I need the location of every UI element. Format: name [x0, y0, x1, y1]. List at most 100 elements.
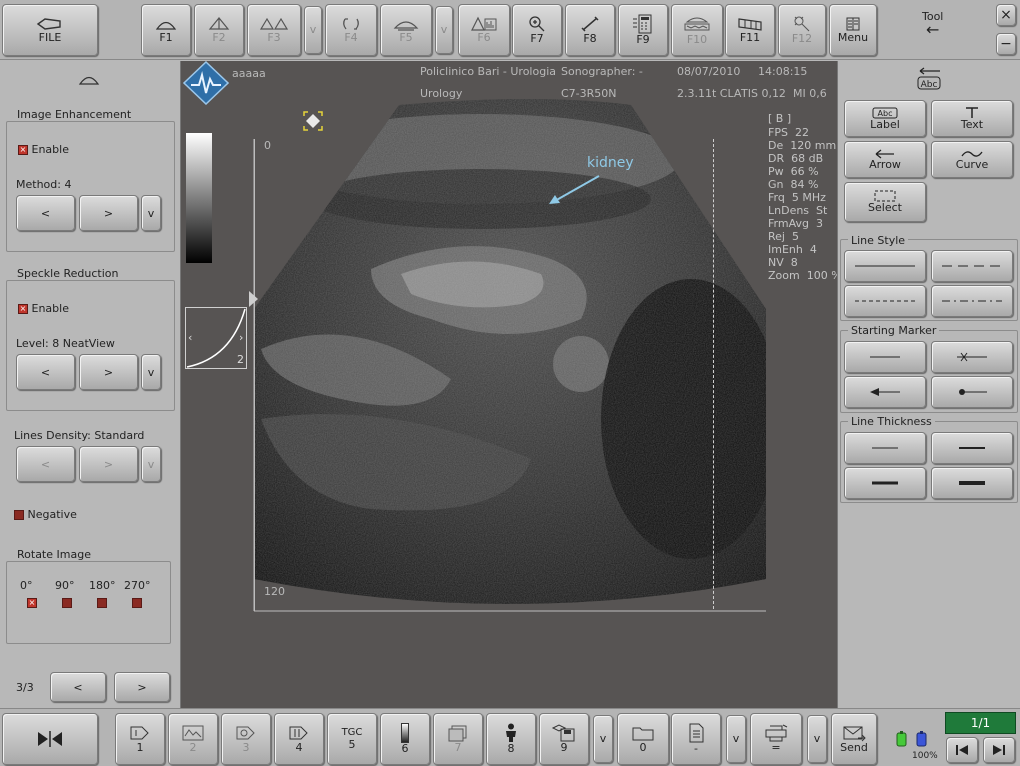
f6-button[interactable]: F6 [458, 4, 510, 56]
key-7-button[interactable]: 7 [433, 713, 483, 765]
curve-label: 2 [237, 353, 244, 366]
rotate-180-radio[interactable] [97, 598, 107, 608]
select-button[interactable]: Select [844, 182, 926, 222]
key-3-button[interactable]: 3 [221, 713, 271, 765]
lines-density-dropdown-button[interactable]: v [141, 446, 161, 482]
next-image-button[interactable] [983, 737, 1015, 763]
rotate-0-radio[interactable]: × [27, 598, 37, 608]
thickness-4-button[interactable] [931, 467, 1013, 499]
panel-prev-page-button[interactable]: < [50, 672, 106, 702]
enable-checkbox[interactable]: × [18, 145, 28, 155]
f7-button[interactable]: F7 [512, 4, 562, 56]
key-9-button[interactable]: 9 [539, 713, 589, 765]
key-1-button[interactable]: 1 [115, 713, 165, 765]
f1-button[interactable]: F1 [141, 4, 191, 56]
key-equals-button[interactable]: = [750, 713, 802, 765]
print-icon [765, 724, 788, 742]
text-button[interactable]: Text [931, 100, 1013, 137]
method-next-button[interactable]: > [79, 195, 138, 231]
lines-density-prev-button[interactable]: < [16, 446, 75, 482]
marker-none-button[interactable] [844, 341, 926, 373]
key-6-button[interactable]: 6 [380, 713, 430, 765]
level-prev-button[interactable]: < [16, 354, 75, 390]
line-style-dotted-button[interactable] [844, 285, 926, 317]
lines-density-next-button[interactable]: > [79, 446, 138, 482]
negative-toggle[interactable]: Negative [14, 508, 77, 521]
rotate-0-label: 0° [20, 579, 33, 592]
f9-button[interactable]: F9 [618, 4, 668, 56]
key-7-label: 7 [454, 741, 462, 754]
arrow-button[interactable]: Arrow [844, 141, 926, 178]
line-style-solid-button[interactable] [844, 250, 926, 282]
level-dropdown-button[interactable]: v [141, 354, 161, 390]
line-style-dashed-button[interactable] [931, 250, 1013, 282]
marker-dot-button[interactable] [931, 376, 1013, 408]
label-button[interactable]: Abc Label [844, 100, 926, 137]
param-name: Pw [768, 165, 784, 178]
key-0-button[interactable]: 0 [617, 713, 669, 765]
probe-1-icon [130, 726, 149, 740]
grayscale-bar [186, 133, 212, 263]
line-style-title: Line Style [848, 234, 909, 247]
arrow-icon [875, 148, 894, 159]
line-style-dashdot-button[interactable] [931, 285, 1013, 317]
thickness-3-button[interactable] [844, 467, 926, 499]
f4-button[interactable]: F4 [325, 4, 377, 56]
curve-button[interactable]: Curve [931, 141, 1013, 178]
key-5-button[interactable]: TGC 5 [327, 713, 377, 765]
send-button[interactable]: Send [831, 713, 877, 765]
panel-next-page-button[interactable]: > [114, 672, 170, 702]
thickness-1-button[interactable] [844, 432, 926, 464]
f11-button[interactable]: F11 [725, 4, 775, 56]
param-name: Gn [768, 178, 784, 191]
file-button[interactable]: FILE [2, 4, 98, 56]
save-dropdown-button[interactable]: v [593, 715, 613, 763]
next-label: > [103, 206, 114, 220]
thick-line-icon [872, 481, 898, 485]
f6-label: F6 [477, 31, 491, 44]
level-next-button[interactable]: > [79, 354, 138, 390]
f5-button[interactable]: F5 [380, 4, 432, 56]
rotate-270-radio[interactable] [132, 598, 142, 608]
kidney-annotation[interactable]: kidney [587, 155, 634, 171]
param-name: FrmAvg [768, 217, 809, 230]
minimize-button[interactable]: − [996, 33, 1016, 55]
marker-cross-button[interactable] [931, 341, 1013, 373]
f5-dropdown[interactable]: v [435, 6, 453, 54]
close-button[interactable]: × [996, 4, 1016, 26]
f2-button[interactable]: F2 [194, 4, 244, 56]
f10-button[interactable]: F10 [671, 4, 723, 56]
negative-checkbox[interactable] [14, 510, 24, 520]
param-name: De [768, 139, 784, 152]
freeze-button[interactable] [2, 713, 98, 765]
menu-label: Menu [837, 31, 869, 44]
skip-forward-icon [993, 745, 1005, 755]
method-label: Method: 4 [16, 178, 72, 191]
param-value: 120 mm [790, 139, 837, 152]
marker-arrow-button[interactable] [844, 376, 926, 408]
thickness-2-button[interactable] [931, 432, 1013, 464]
rotate-90-radio[interactable] [62, 598, 72, 608]
annotation-arrow-icon[interactable] [547, 173, 603, 207]
menu-button[interactable]: Menu [829, 4, 877, 56]
dropdown-label: v [440, 23, 448, 36]
previous-image-button[interactable] [946, 737, 978, 763]
key-minus-button[interactable]: - [671, 713, 721, 765]
image-enhancement-enable[interactable]: × Enable [18, 143, 69, 156]
f3-button[interactable]: F3 [247, 4, 301, 56]
battery-label: 100% [912, 751, 938, 761]
key-2-button[interactable]: 2 [168, 713, 218, 765]
ultrasound-image[interactable] [251, 99, 771, 619]
f3-dropdown[interactable]: v [304, 6, 322, 54]
f12-button[interactable]: F12 [778, 4, 826, 56]
document-dropdown-button[interactable]: v [726, 715, 746, 763]
key-4-button[interactable]: 4 [274, 713, 324, 765]
curve-button-label: Curve [955, 157, 989, 171]
print-dropdown-button[interactable]: v [807, 715, 827, 763]
method-prev-button[interactable]: < [16, 195, 75, 231]
enable-checkbox[interactable]: × [18, 304, 28, 314]
f8-button[interactable]: F8 [565, 4, 615, 56]
method-dropdown-button[interactable]: v [141, 195, 161, 231]
key-8-button[interactable]: 8 [486, 713, 536, 765]
speckle-reduction-enable[interactable]: × Enable [18, 302, 69, 315]
